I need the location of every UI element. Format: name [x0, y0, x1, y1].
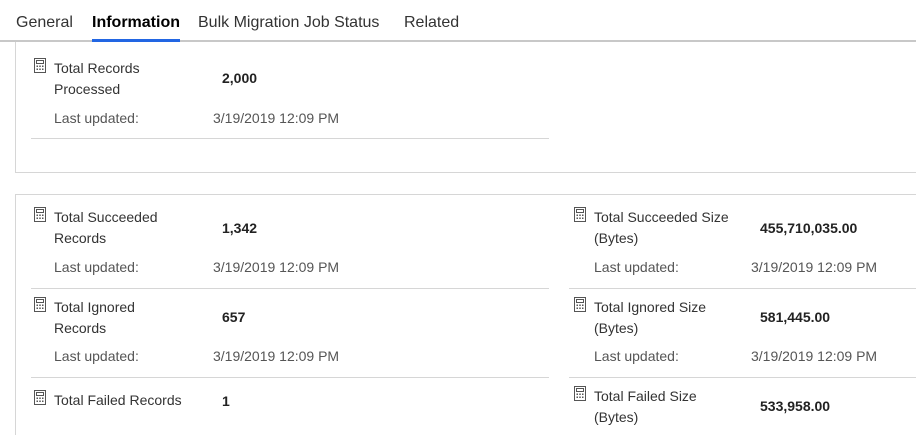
last-updated-value: 3/19/2019 12:09 PM	[213, 348, 340, 364]
field-label: Total Failed Records	[54, 392, 182, 408]
field-label: Total Succeeded Records	[54, 209, 158, 246]
field-label: Total Ignored Size (Bytes)	[594, 299, 707, 336]
total-succeeded-size-value: 455,710,035.00	[760, 220, 858, 236]
total-failed-records-field: Total Failed Records 1	[34, 390, 554, 430]
field-divider	[31, 288, 549, 289]
field-divider	[569, 288, 916, 289]
field-label: Total Succeeded Size (Bytes)	[594, 209, 729, 246]
last-updated-label: Last updated:	[54, 348, 139, 364]
total-ignored-size-value: 581,445.00	[760, 309, 831, 325]
total-succeeded-size-field: Total Succeeded Size (Bytes) 455,710,035.…	[574, 207, 914, 287]
records-processed-section: Total Records Processed 2,000 Last update…	[15, 42, 916, 173]
calculator-icon	[34, 207, 46, 222]
calculator-icon	[34, 297, 46, 312]
field-divider	[569, 377, 916, 378]
field-divider	[31, 377, 549, 378]
last-updated-label: Last updated:	[54, 259, 139, 275]
total-failed-size-value: 533,958.00	[760, 398, 831, 414]
calculator-icon	[34, 58, 46, 73]
total-failed-records-value: 1	[222, 393, 230, 409]
last-updated-value: 3/19/2019 12:09 PM	[213, 259, 340, 275]
tab-general[interactable]: General	[16, 0, 73, 40]
field-divider	[31, 138, 549, 139]
total-succeeded-records-field: Total Succeeded Records 1,342 Last update…	[34, 207, 554, 287]
total-records-processed-value: 2,000	[222, 70, 258, 86]
total-ignored-size-field: Total Ignored Size (Bytes) 581,445.00 Las…	[574, 297, 914, 377]
total-ignored-records-value: 657	[222, 309, 246, 325]
tab-related[interactable]: Related	[404, 0, 459, 40]
last-updated-value: 3/19/2019 12:09 PM	[751, 348, 878, 364]
total-records-processed-field: Total Records Processed 2,000 Last update…	[34, 58, 554, 138]
last-updated-label: Last updated:	[54, 110, 139, 126]
tab-bulk-migration-job-status[interactable]: Bulk Migration Job Status	[198, 0, 379, 40]
records-detail-section: Total Succeeded Records 1,342 Last update…	[15, 194, 916, 435]
last-updated-label: Last updated:	[594, 259, 679, 275]
tab-bar: General Information Bulk Migration Job S…	[0, 0, 916, 42]
calculator-icon	[574, 297, 586, 312]
last-updated-value: 3/19/2019 12:09 PM	[213, 110, 340, 126]
last-updated-label: Last updated:	[594, 348, 679, 364]
last-updated-value: 3/19/2019 12:09 PM	[751, 259, 878, 275]
field-label: Total Records Processed	[54, 60, 140, 97]
calculator-icon	[574, 207, 586, 222]
field-label: Total Ignored Records	[54, 299, 135, 336]
total-failed-size-field: Total Failed Size (Bytes) 533,958.00	[574, 386, 914, 431]
field-label: Total Failed Size (Bytes)	[594, 388, 697, 425]
tab-information[interactable]: Information	[92, 0, 180, 42]
calculator-icon	[34, 390, 46, 405]
total-ignored-records-field: Total Ignored Records 657 Last updated: 3…	[34, 297, 554, 377]
total-succeeded-records-value: 1,342	[222, 220, 258, 236]
calculator-icon	[574, 386, 586, 401]
